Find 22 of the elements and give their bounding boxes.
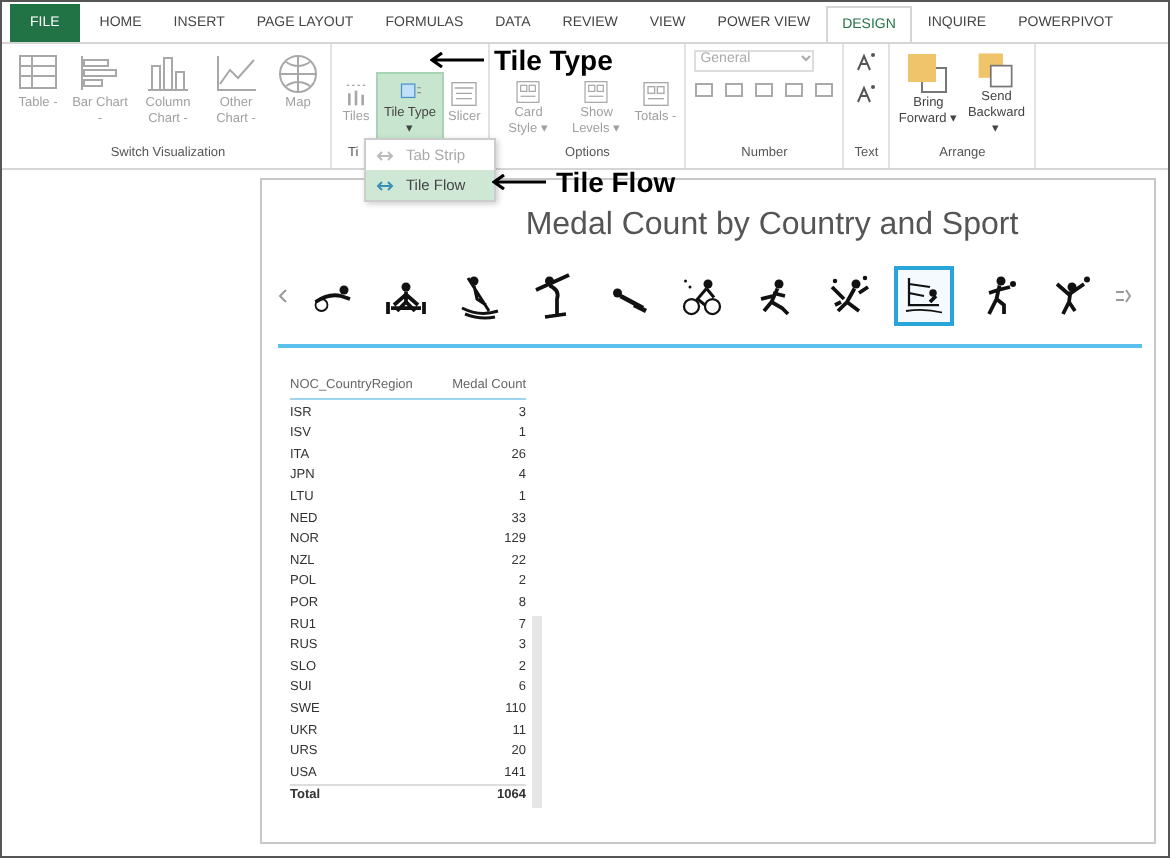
scroll-right-icon[interactable] [1116, 288, 1132, 304]
sport-tile[interactable] [894, 266, 954, 326]
card-icon [512, 78, 545, 106]
scrollbar[interactable] [532, 616, 542, 808]
bring-forward-icon [904, 50, 953, 96]
menu-item-icon [376, 149, 394, 161]
callout-label: Tile Flow [556, 166, 676, 198]
callout-label: Tile Type [494, 44, 613, 76]
card-icon [639, 78, 672, 110]
increase-font-size-icon[interactable] [856, 52, 877, 72]
report-title: Medal Count by Country and Sport [523, 208, 1021, 244]
globe-icon [274, 50, 322, 96]
athlete-pictogram-icon [456, 272, 504, 320]
scroll-left-icon[interactable] [278, 288, 288, 304]
card-icon [580, 78, 613, 106]
arrow-icon [492, 174, 548, 190]
dropdown-caret-icon [800, 52, 813, 64]
arrow-icon [430, 52, 486, 68]
menu-item-icon [376, 179, 394, 191]
slicer-icon [448, 78, 481, 110]
decrease-font-size-icon[interactable] [856, 84, 877, 104]
line-chart-icon [212, 50, 260, 96]
